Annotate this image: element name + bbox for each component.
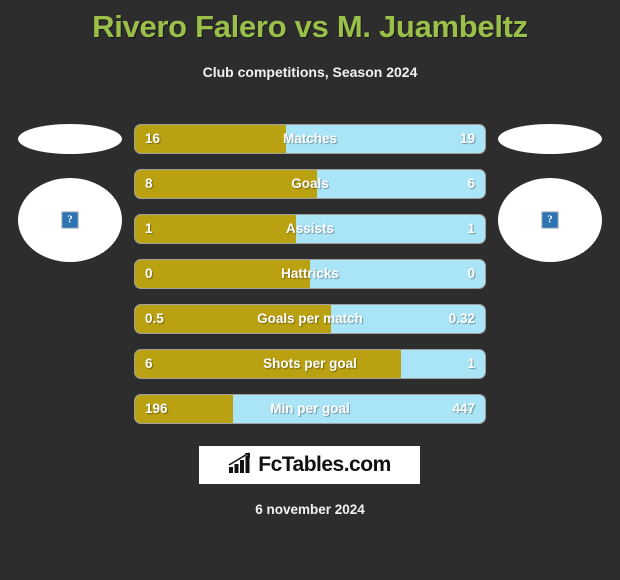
stat-away-value: 19 [459,131,475,146]
generated-date: 6 november 2024 [255,502,365,517]
away-player-block: ? [490,118,610,268]
stat-bar-row: 16 Matches 19 [135,125,485,153]
stat-label: Hattricks [281,266,339,281]
home-player-photo: ? [18,178,122,262]
stat-away-value: 6 [467,176,475,191]
home-player-block: ? [10,118,130,268]
comparison-infographic: Rivero Falero vs M. Juambeltz Club compe… [0,0,620,580]
stat-away-value: 0 [467,266,475,281]
stat-away-value: 1 [467,356,475,371]
stat-bar-row: 0 Hattricks 0 [135,260,485,288]
stat-away-value: 0.32 [448,311,475,326]
stat-bar-row: 6 Shots per goal 1 [135,350,485,378]
bar-chart-icon [228,451,254,479]
stat-bar-row: 8 Goals 6 [135,170,485,198]
stat-bar-row: 196 Min per goal 447 [135,395,485,423]
away-player-photo: ? [498,178,602,262]
stat-label: Assists [285,221,335,236]
page-subtitle: Club competitions, Season 2024 [202,64,418,80]
stat-label: Matches [282,131,338,146]
stat-bar-row: 1 Assists 1 [135,215,485,243]
home-team-crest [18,124,122,154]
away-team-crest [498,124,602,154]
logo-text: FcTables.com [258,453,391,476]
broken-image-icon: ? [61,211,79,229]
stat-label: Goals per match [257,311,363,326]
stat-away-value: 447 [452,401,475,416]
stat-away-value: 1 [467,221,475,236]
stat-label: Shots per goal [263,356,357,371]
page-title: Rivero Falero vs M. Juambeltz [92,9,528,44]
stat-label: Goals [291,176,329,191]
stat-label: Min per goal [270,401,350,416]
fctables-logo: FcTables.com [199,446,420,484]
stat-bars-list: 16 Matches 19 8 Goals 6 1 Assists 1 0 Hattricks 0 0.… [135,125,485,440]
broken-image-icon: ? [541,211,559,229]
stat-bar-row: 0.5 Goals per match 0.32 [135,305,485,333]
